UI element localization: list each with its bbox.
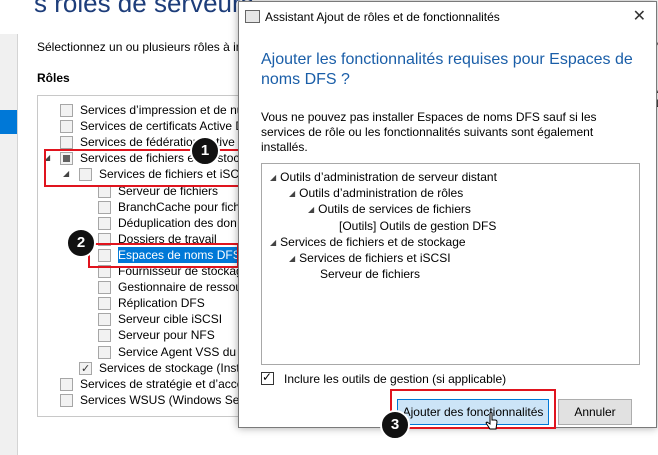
role-label: Services de certificats Active D [80,119,245,134]
feature-tree-item[interactable]: [Outils] Outils de gestion DFS [339,218,496,234]
feature-tree-item[interactable]: ◢ Outils d’administration de serveur dist… [270,169,497,185]
cancel-button[interactable]: Annuler [558,399,632,425]
mouse-cursor-icon [485,412,499,437]
role-checkbox[interactable] [98,200,111,214]
role-checkbox[interactable] [60,393,73,407]
feature-tree-label: Outils d’administration de rôles [299,186,464,201]
feature-tree-item[interactable]: ◢ Services de fichiers et iSCSI [289,250,451,266]
expand-toggle-icon[interactable]: ◢ [289,189,295,198]
wizard-icon [245,10,260,23]
roles-label: Rôles [37,71,70,85]
dialog-heading: Ajouter les fonctionnalités requises pou… [261,51,633,88]
role-checkbox[interactable] [98,216,111,230]
role-label: Services d’impression et de nu [80,103,244,117]
role-checkbox[interactable] [98,297,111,311]
wizard-nav-bar [0,34,17,455]
role-label: Gestionnaire de ressou [118,280,243,295]
required-features-tree[interactable]: ◢ Outils d’administration de serveur dist… [261,163,640,365]
feature-tree-item[interactable]: Serveur de fichiers [320,266,420,282]
expand-toggle-icon[interactable]: ◢ [289,254,295,263]
role-checkbox[interactable] [60,377,73,391]
role-label: Services de fédération Active D [80,135,247,150]
divider [17,34,18,455]
dialog-message: Vous ne pouvez pas installer Espaces de … [261,110,597,154]
role-checkbox[interactable] [98,329,111,343]
role-label: Service Agent VSS du s [118,344,246,359]
role-checkbox[interactable] [79,361,92,377]
expand-toggle-icon[interactable]: ◢ [270,238,276,247]
step-badge-1: 1 [190,136,220,166]
include-tools-label: Inclure les outils de gestion (si applic… [284,372,507,386]
step-badge-3: 3 [380,410,410,440]
expand-toggle-icon[interactable]: ◢ [308,205,314,214]
close-icon[interactable]: ✕ [633,6,646,26]
role-checkbox[interactable] [60,104,73,117]
include-tools-checkbox[interactable] [261,370,274,385]
add-features-dialog: Assistant Ajout de rôles et de fonctionn… [238,1,657,428]
highlight-box-add-button [390,389,556,429]
step-badge-2: 2 [66,228,96,258]
role-label: Déduplication des don [118,215,237,230]
feature-tree-label: Outils d’administration de serveur dista… [280,170,497,184]
feature-tree-item[interactable]: ◢ Outils de services de fichiers [308,201,471,217]
intro-text: Sélectionnez un ou plusieurs rôles à in [37,40,243,54]
feature-tree-label: Services de fichiers et de stockage [280,234,466,249]
role-checkbox[interactable] [98,281,111,295]
feature-tree-item[interactable]: ◢ Outils d’administration de rôles [289,185,463,201]
role-label: Services WSUS (Windows Serv [80,392,250,407]
expand-toggle-icon[interactable]: ◢ [270,173,276,182]
feature-tree-label: Services de fichiers et iSCSI [299,251,451,265]
role-checkbox[interactable] [60,136,73,150]
feature-tree-label: [Outils] Outils de gestion DFS [339,218,497,233]
include-tools-option[interactable]: Inclure les outils de gestion (si applic… [261,370,507,386]
role-label: Serveur pour NFS [118,328,215,343]
role-label: Serveur cible iSCSI [118,312,223,327]
role-label: Réplication DFS [118,296,205,311]
dialog-title: Assistant Ajout de rôles et de fonctionn… [265,10,500,24]
page-title: s rôles de serveurs [34,0,254,18]
wizard-nav-selected[interactable] [0,110,17,134]
role-checkbox[interactable] [60,120,73,134]
role-label: BranchCache pour fichi [118,199,243,214]
feature-tree-label: Outils de services de fichiers [318,202,471,217]
feature-tree-item[interactable]: ◢ Services de fichiers et de stockage [270,234,466,250]
feature-tree-label: Serveur de fichiers [320,267,421,282]
highlight-box-dfs-namespaces [88,243,239,268]
role-label: Services de stockage (Insta [99,360,247,375]
role-checkbox[interactable] [98,313,111,327]
role-checkbox[interactable] [98,345,111,359]
role-label: Services de stratégie et d’accè [80,376,244,391]
